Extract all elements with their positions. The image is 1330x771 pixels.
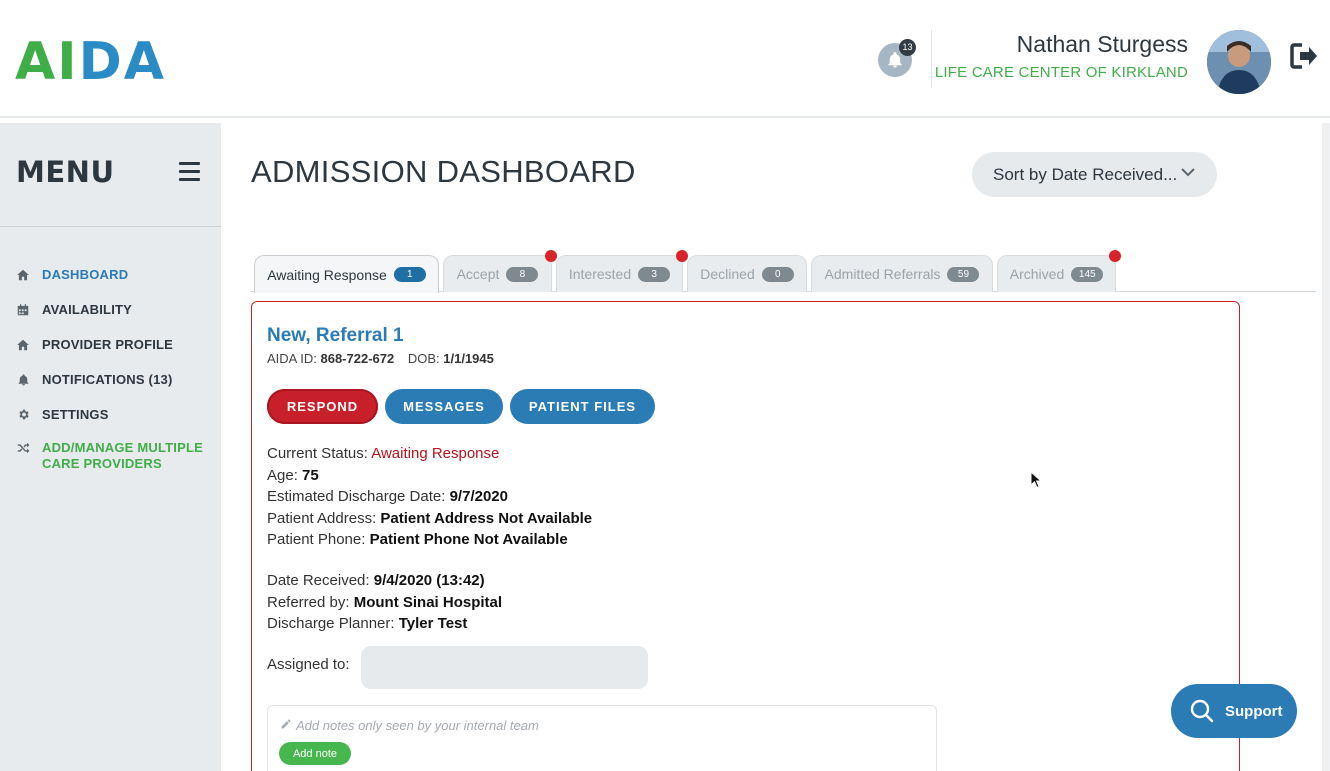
organization-name: LIFE CARE CENTER OF KIRKLAND: [934, 64, 1188, 81]
tab-count-badge: 3: [638, 266, 671, 282]
chevron-down-icon: [1181, 168, 1195, 177]
tab-alert-dot: [676, 250, 688, 262]
app-header: AIDA 13 Nathan Sturgess LIFE CARE CENTER…: [0, 0, 1330, 118]
referral-ids: AIDA ID: 868-722-672 DOB: 1/1/1945: [267, 351, 494, 366]
mouse-cursor-icon: [1030, 471, 1042, 489]
patient-phone-row: Patient Phone: Patient Phone Not Availab…: [267, 531, 568, 548]
support-button[interactable]: Support: [1171, 684, 1297, 738]
shuffle-icon: [16, 441, 30, 455]
discharge-planner-row: Discharge Planner: Tyler Test: [267, 615, 468, 632]
tab-interested[interactable]: Interested 3: [556, 250, 688, 292]
tab-declined[interactable]: Declined 0: [687, 255, 807, 292]
tab-alert-dot: [1109, 250, 1121, 262]
sidebar-item-availability[interactable]: AVAILABILITY: [0, 292, 221, 327]
add-note-button[interactable]: Add note: [279, 742, 351, 765]
patient-address-row: Patient Address: Patient Address Not Ava…: [267, 510, 593, 527]
tab-alert-dot: [545, 250, 557, 262]
aida-id-value: 868-722-672: [320, 351, 395, 366]
tab-archived[interactable]: Archived 145: [997, 250, 1121, 292]
sidebar-item-provider-profile[interactable]: PROVIDER PROFILE: [0, 327, 221, 362]
menu-title: MENU: [16, 155, 115, 189]
sort-dropdown[interactable]: Sort by Date Received...: [972, 152, 1217, 197]
sidebar-item-manage-providers[interactable]: ADD/MANAGE MULTIPLE CARE PROVIDERS: [0, 432, 221, 480]
dob-value: 1/1/1945: [443, 351, 494, 366]
home-icon: [16, 338, 30, 352]
tab-admitted-referrals[interactable]: Admitted Referrals 59: [811, 255, 993, 292]
current-status-row: Current Status: Awaiting Response: [267, 445, 500, 462]
aida-logo[interactable]: AIDA: [15, 34, 166, 90]
discharge-date-row: Estimated Discharge Date: 9/7/2020: [267, 488, 508, 505]
sidebar-item-dashboard[interactable]: DASHBOARD: [0, 257, 221, 292]
home-icon: [16, 268, 30, 282]
tab-count-badge: 8: [506, 266, 539, 282]
sidebar-nav: DASHBOARD AVAILABILITY PROVIDER PROFILE …: [0, 257, 221, 480]
user-name: Nathan Sturgess: [1016, 31, 1188, 57]
date-received-row: Date Received: 9/4/2020 (13:42): [267, 572, 485, 589]
referral-name[interactable]: New, Referral 1: [267, 325, 404, 347]
tab-count-badge: 145: [1071, 266, 1104, 282]
right-scroll-strip: [1322, 123, 1330, 771]
sidebar-item-notifications[interactable]: NOTIFICATIONS (13): [0, 362, 221, 397]
logout-button[interactable]: [1289, 42, 1319, 75]
sidebar: MENU DASHBOARD AVAILABILITY PROVIDER PRO…: [0, 123, 221, 771]
patient-files-button[interactable]: PATIENT FILES: [510, 389, 655, 424]
respond-button[interactable]: RESPOND: [267, 389, 378, 424]
page-title: ADMISSION DASHBOARD: [251, 154, 636, 189]
tab-awaiting-response[interactable]: Awaiting Response 1: [254, 255, 439, 293]
logout-icon: [1290, 43, 1317, 69]
status-value: Awaiting Response: [371, 445, 500, 462]
hamburger-menu-icon[interactable]: [179, 162, 200, 182]
internal-notes-box[interactable]: Add notes only seen by your internal tea…: [267, 705, 937, 771]
bell-icon: [16, 373, 30, 387]
referral-actions: RESPOND MESSAGES PATIENT FILES: [267, 389, 662, 424]
tab-accept[interactable]: Accept 8: [443, 250, 557, 292]
user-avatar[interactable]: [1207, 30, 1271, 94]
referred-by-row: Referred by: Mount Sinai Hospital: [267, 594, 503, 611]
tab-count-badge: 59: [947, 266, 980, 282]
tab-count-badge: 1: [393, 267, 426, 282]
sort-dropdown-label: Sort by Date Received...: [993, 164, 1178, 184]
age-row: Age: 75: [267, 467, 319, 484]
calendar-icon: [16, 303, 30, 317]
tab-count-badge: 0: [761, 266, 794, 282]
avatar-portrait-icon: [1207, 30, 1271, 94]
search-icon: [1190, 699, 1214, 723]
notes-placeholder: Add notes only seen by your internal tea…: [296, 718, 539, 733]
notification-count-badge: 13: [899, 39, 916, 56]
sidebar-item-settings[interactable]: SETTINGS: [0, 397, 221, 432]
pencil-icon: [281, 719, 291, 729]
gear-icon: [16, 408, 30, 422]
header-divider: [931, 30, 932, 88]
menu-divider: [0, 226, 221, 227]
assigned-to-label: Assigned to:: [267, 656, 350, 673]
messages-button[interactable]: MESSAGES: [385, 389, 503, 424]
assigned-to-select[interactable]: [361, 646, 648, 689]
status-tabs: Awaiting Response 1 Accept 8 Interested …: [251, 250, 1316, 293]
referral-card: New, Referral 1 AIDA ID: 868-722-672 DOB…: [251, 301, 1240, 771]
